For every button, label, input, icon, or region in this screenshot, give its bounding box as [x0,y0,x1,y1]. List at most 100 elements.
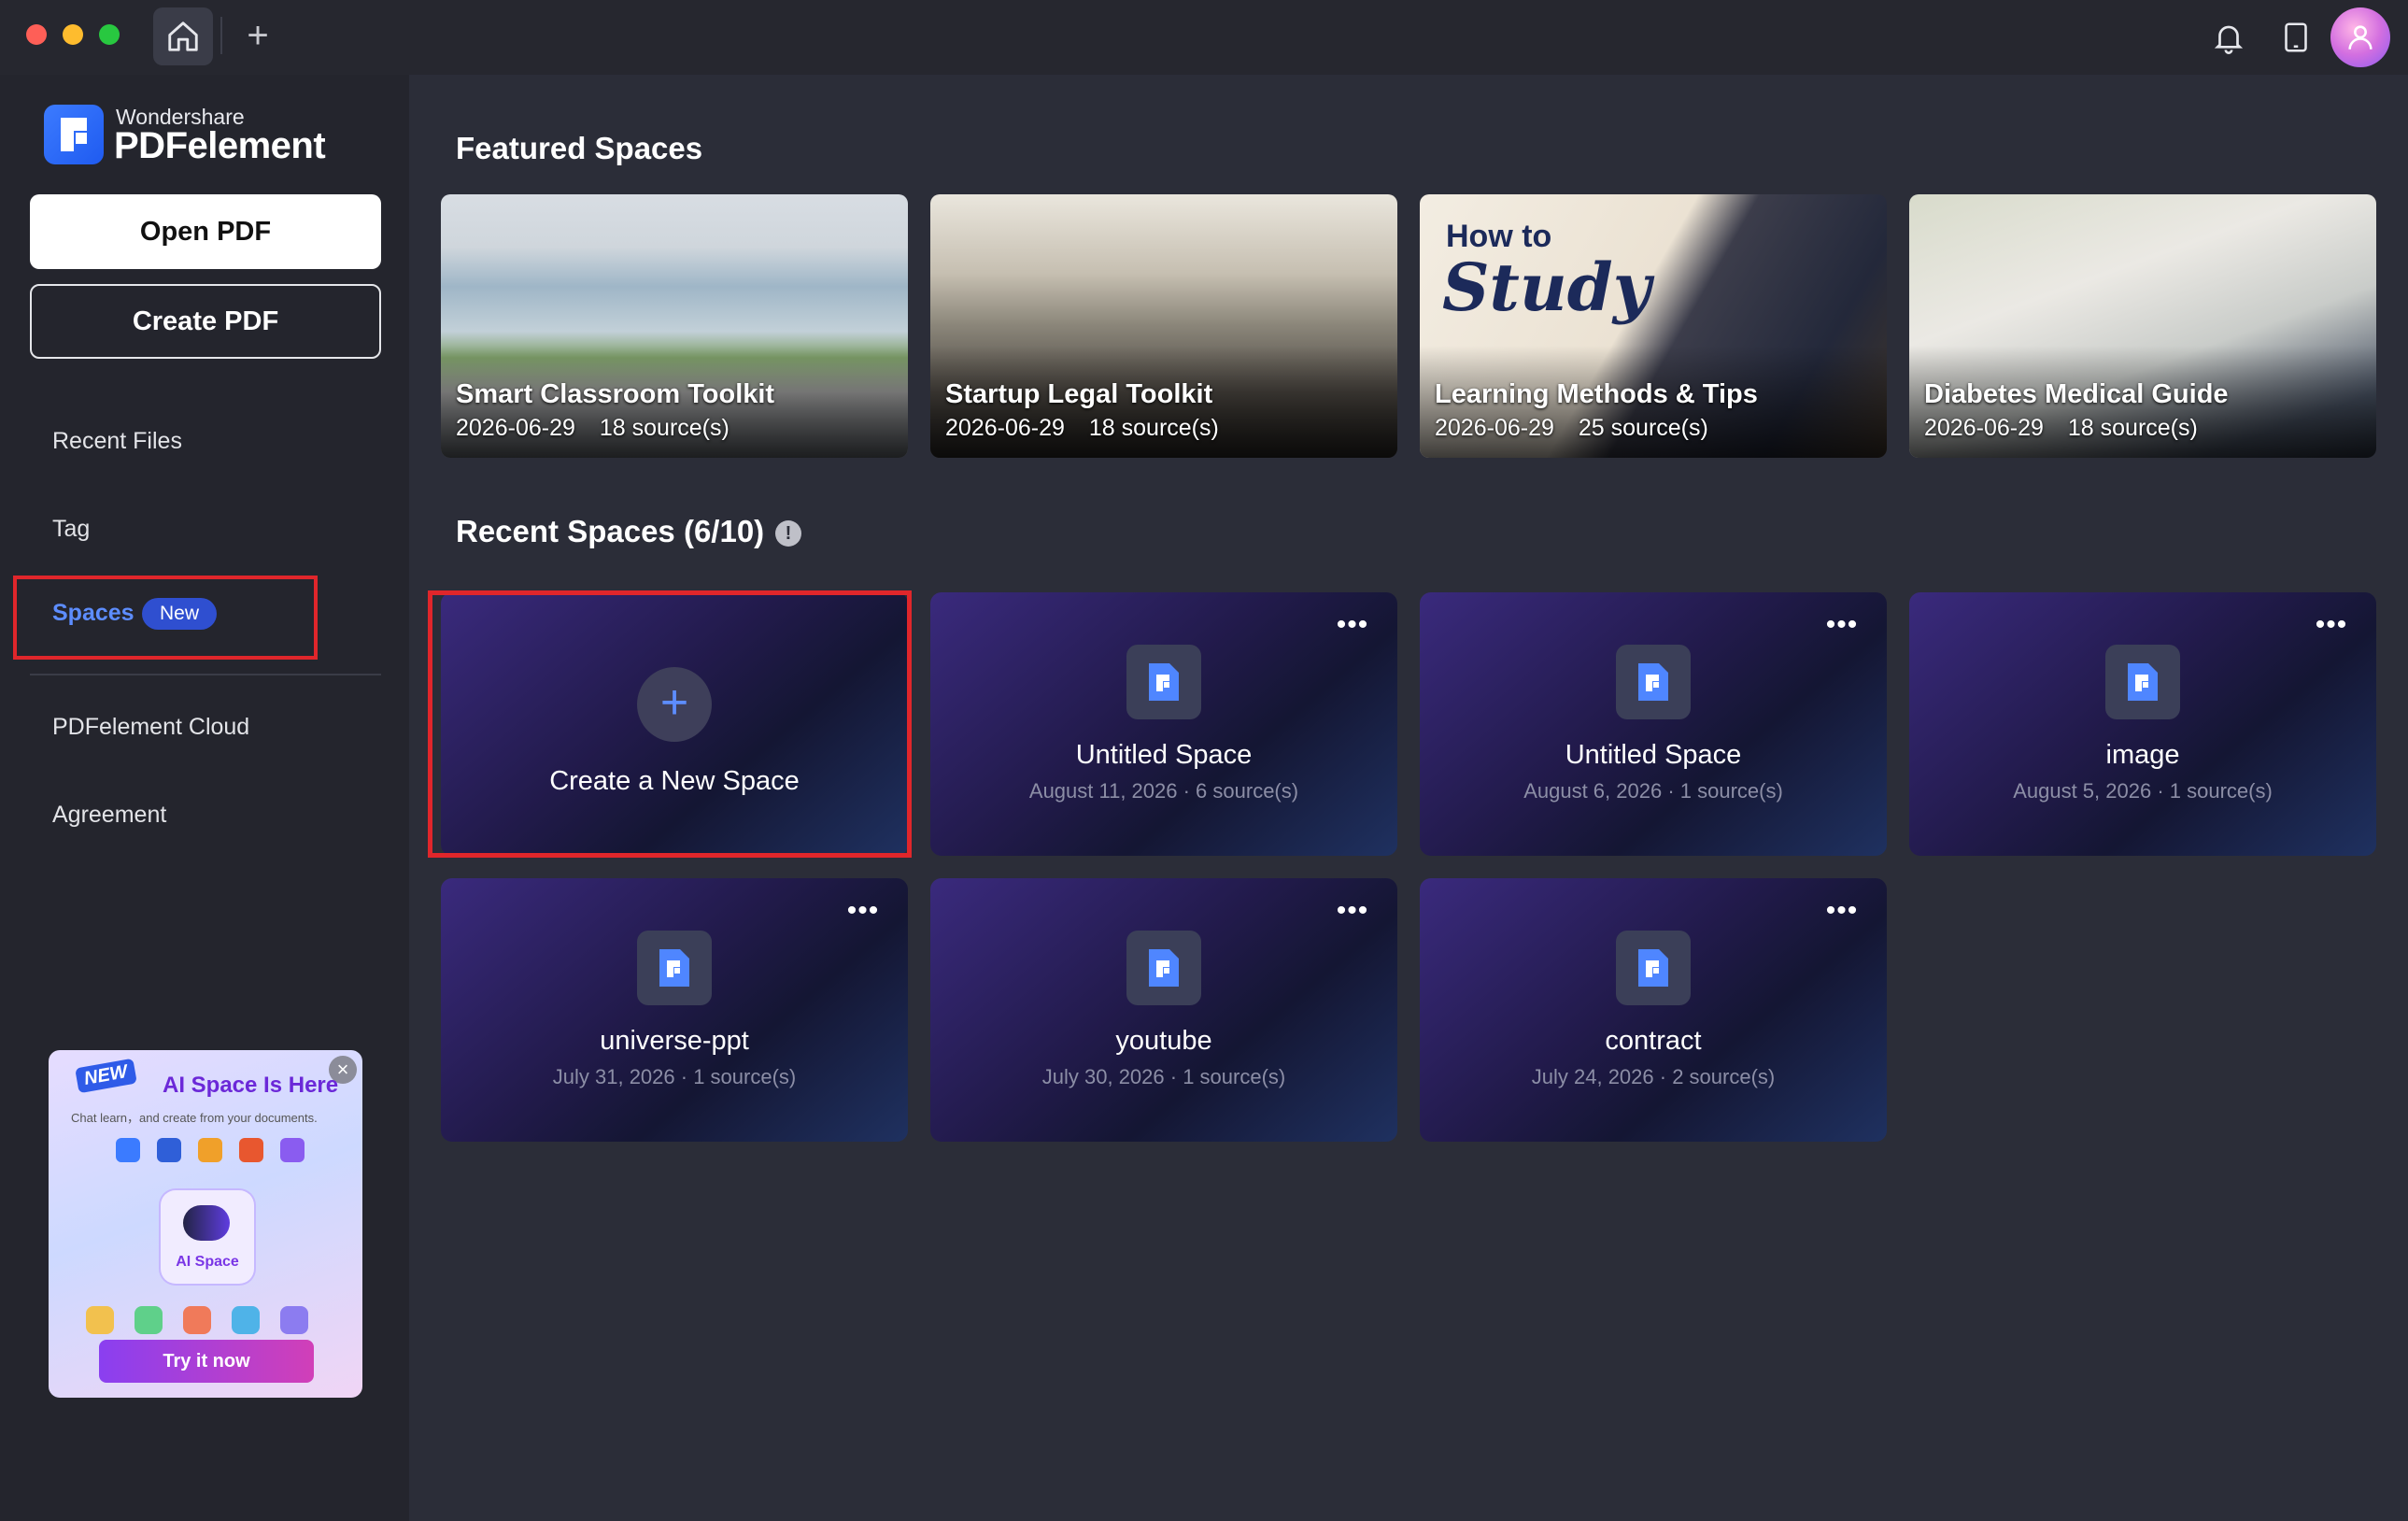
space-meta: July 31, 2026 · 1 source(s) [552,1065,797,1088]
brand-product: PDFelement [114,125,326,166]
ai-space-graphic: AI Space [161,1190,254,1284]
pdf-file-icon [1149,949,1179,987]
promo-subtitle: Chat learn，and create from your document… [71,1111,318,1125]
device-button[interactable] [2275,17,2316,58]
link-app-icon [280,1138,305,1162]
featured-space-date: 2026-06-29 [1924,415,2044,441]
featured-space-sources: 25 source(s) [1578,415,1708,441]
featured-space-title: Startup Legal Toolkit [945,379,1213,409]
space-meta: July 24, 2026 · 2 source(s) [1531,1065,1776,1088]
notifications-button[interactable] [2208,17,2249,58]
space-card[interactable]: ••• youtube July 30, 2026 · 1 source(s) [930,878,1397,1142]
new-tab-button[interactable]: + [239,15,276,56]
space-meta: July 30, 2026 · 1 source(s) [1041,1065,1286,1088]
document-icon [1126,931,1201,1005]
space-meta: August 6, 2026 · 1 source(s) [1523,779,1783,803]
promo-center-label: AI Space [176,1254,239,1270]
more-options-icon[interactable]: ••• [2311,611,2352,645]
pdfelement-logo [44,105,104,164]
more-options-icon[interactable]: ••• [1332,897,1373,931]
tab-divider [220,17,222,54]
pdf-file-icon [659,949,689,987]
promo-new-tag: NEW [75,1058,137,1094]
featured-space-meta: 2026-06-29 18 source(s) [456,415,729,442]
highlight-box-create-space [428,590,912,858]
space-meta: August 5, 2026 · 1 source(s) [2013,779,2273,803]
featured-spaces-heading: Featured Spaces [456,131,703,165]
space-name: contract [1605,1026,1702,1056]
promo-title: AI Space Is Here [163,1073,339,1098]
featured-space-meta: 2026-06-29 18 source(s) [1924,415,2198,442]
zoom-window-button[interactable] [99,24,120,45]
promo-app-icons [116,1138,305,1162]
space-meta: August 11, 2026 · 6 source(s) [1028,779,1299,803]
image-text-study: Study [1442,249,1651,326]
space-name: universe-ppt [600,1026,749,1056]
sidebar-item-tag[interactable]: Tag [52,516,90,543]
ppt-app-icon [239,1138,263,1162]
featured-space-sources: 18 source(s) [1088,415,1219,441]
ai-orb-icon [183,1205,230,1241]
highlight-box-spaces [13,576,318,660]
image-app-icon [198,1138,222,1162]
space-card[interactable]: ••• contract July 24, 2026 · 2 source(s) [1420,878,1887,1142]
featured-space-sources: 18 source(s) [599,415,729,441]
space-name: image [2105,740,2180,770]
open-pdf-button[interactable]: Open PDF [30,194,381,269]
try-it-now-button[interactable]: Try it now [99,1340,314,1383]
sidebar-item-agreement[interactable]: Agreement [52,802,166,829]
featured-space-date: 2026-06-29 [945,415,1065,441]
bell-icon [2214,25,2244,54]
pdf-file-icon [1638,663,1668,701]
space-card[interactable]: ••• Untitled Space August 11, 2026 · 6 s… [930,592,1397,856]
featured-space-card[interactable]: Diabetes Medical Guide 2026-06-29 18 sour… [1909,194,2376,458]
space-name: youtube [1115,1026,1212,1056]
space-name: Untitled Space [1075,740,1253,770]
featured-space-card[interactable]: How to Study Learning Methods & Tips 202… [1420,194,1887,458]
close-window-button[interactable] [26,24,47,45]
podcast-icon [183,1306,211,1334]
document-icon [637,931,712,1005]
featured-space-date: 2026-06-29 [1435,415,1554,441]
recent-spaces-heading: Recent Spaces (6/10) [456,514,765,548]
space-card[interactable]: ••• image August 5, 2026 · 1 source(s) [1909,592,2376,856]
sidebar-item-recent-files[interactable]: Recent Files [52,428,182,455]
pdf-file-icon [1638,949,1668,987]
info-icon[interactable]: ! [775,520,801,547]
document-icon [1126,645,1201,719]
word-app-icon [157,1138,181,1162]
featured-space-title: Diabetes Medical Guide [1924,379,2229,409]
tablet-icon [2285,22,2307,52]
featured-space-title: Smart Classroom Toolkit [456,379,775,409]
home-tab[interactable] [153,7,213,65]
more-options-icon[interactable]: ••• [843,897,884,931]
document-icon [2105,645,2180,719]
more-options-icon[interactable]: ••• [1821,611,1863,645]
document-icon [1616,931,1691,1005]
quiz-map-icon [135,1306,163,1334]
featured-space-date: 2026-06-29 [456,415,575,441]
space-card[interactable]: ••• Untitled Space August 6, 2026 · 1 so… [1420,592,1887,856]
more-options-icon[interactable]: ••• [1821,897,1863,931]
mindmap-icon [232,1306,260,1334]
pdfelement-logo-icon [61,118,87,151]
sidebar-divider [30,674,381,675]
featured-space-card[interactable]: Smart Classroom Toolkit 2026-06-29 18 sou… [441,194,908,458]
featured-space-meta: 2026-06-29 25 source(s) [1435,415,1708,442]
more-options-icon[interactable]: ••• [1332,611,1373,645]
reports-icon [280,1306,308,1334]
user-avatar[interactable] [2330,7,2390,67]
featured-space-meta: 2026-06-29 18 source(s) [945,415,1219,442]
space-card[interactable]: ••• universe-ppt July 31, 2026 · 1 sourc… [441,878,908,1142]
ai-space-promo-banner[interactable]: × NEW AI Space Is Here Chat learn，and cr… [49,1050,362,1398]
pdf-file-icon [2128,663,2158,701]
document-icon [1616,645,1691,719]
user-avatar-icon [2348,25,2373,50]
knowledge-cards-icon [86,1306,114,1334]
featured-space-card[interactable]: Startup Legal Toolkit 2026-06-29 18 sourc… [930,194,1397,458]
minimize-window-button[interactable] [63,24,83,45]
featured-space-title: Learning Methods & Tips [1435,379,1758,409]
create-pdf-button[interactable]: Create PDF [30,284,381,359]
pdf-app-icon [116,1138,140,1162]
sidebar-item-pdfelement-cloud[interactable]: PDFelement Cloud [52,714,249,741]
